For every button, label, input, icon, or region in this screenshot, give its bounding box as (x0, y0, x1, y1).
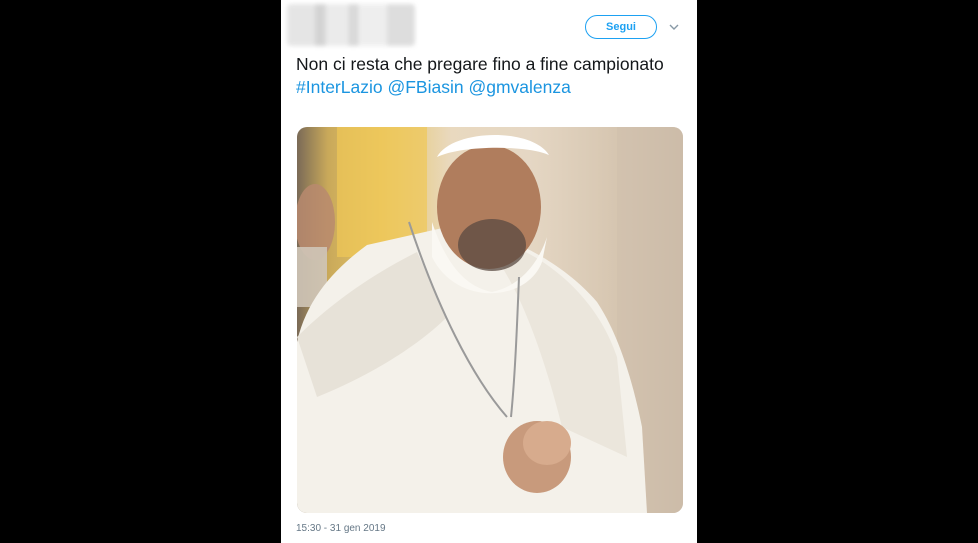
tweet-timestamp[interactable]: 15:30 - 31 gen 2019 (296, 523, 386, 534)
tweet-text: Non ci resta che pregare fino a fine cam… (296, 53, 686, 99)
tweet-card: Segui Non ci resta che pregare fino a fi… (281, 0, 697, 543)
tweet-photo[interactable] (297, 127, 683, 513)
photo-illustration (297, 127, 683, 513)
tweet-header: Segui (281, 0, 697, 52)
mention-link-gmvalenza[interactable]: @gmvalenza (468, 77, 570, 97)
follow-button[interactable]: Segui (585, 15, 657, 39)
tweet-text-plain: Non ci resta che pregare fino a fine cam… (296, 54, 664, 74)
hashtag-link[interactable]: #InterLazio (296, 77, 383, 97)
author-avatar-blurred[interactable] (287, 4, 415, 46)
mention-link-fbiasin[interactable]: @FBiasin (387, 77, 463, 97)
chevron-down-icon[interactable] (669, 22, 679, 32)
